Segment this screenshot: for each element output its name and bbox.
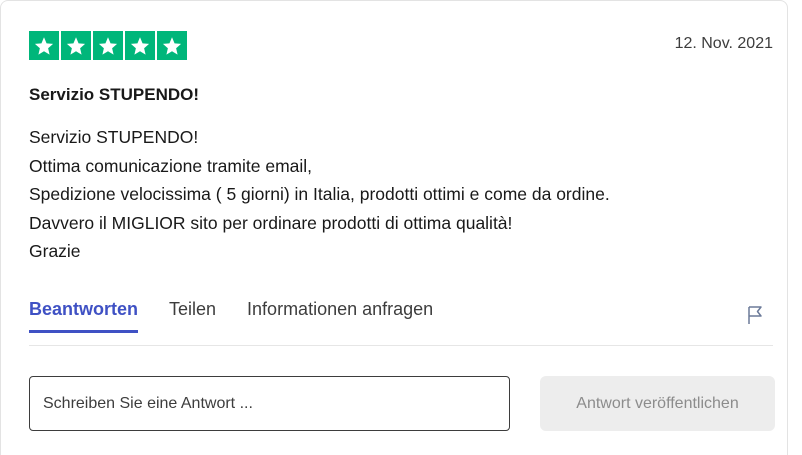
review-card: 12. Nov. 2021 Servizio STUPENDO! Servizi…	[0, 0, 788, 455]
divider	[29, 345, 773, 346]
review-body-line: Spedizione velocissima ( 5 giorni) in It…	[29, 184, 610, 204]
tab-reply[interactable]: Beantworten	[29, 299, 139, 333]
tab-share[interactable]: Teilen	[169, 299, 216, 333]
review-body-line: Grazie	[29, 241, 81, 261]
star-icon	[157, 31, 187, 60]
review-body: Servizio STUPENDO! Ottima comunicazione …	[29, 123, 610, 266]
tab-request-information[interactable]: Informationen anfragen	[247, 299, 433, 333]
flag-icon[interactable]	[744, 304, 766, 326]
action-tabs: Beantworten Teilen Informationen anfrage…	[29, 299, 464, 333]
review-body-line: Ottima comunicazione tramite email,	[29, 155, 313, 176]
star-rating	[29, 31, 187, 60]
star-icon	[93, 31, 123, 60]
star-icon	[125, 31, 155, 60]
review-date: 12. Nov. 2021	[674, 35, 773, 52]
review-body-line: Davvero il MIGLIOR sito per ordinare pro…	[29, 212, 513, 233]
review-body-line: Servizio STUPENDO!	[29, 127, 199, 147]
star-icon	[29, 31, 59, 60]
review-title: Servizio STUPENDO!	[29, 85, 200, 104]
publish-reply-button[interactable]: Antwort veröffentlichen	[540, 376, 775, 431]
reply-input[interactable]	[29, 376, 510, 431]
star-icon	[61, 31, 91, 60]
